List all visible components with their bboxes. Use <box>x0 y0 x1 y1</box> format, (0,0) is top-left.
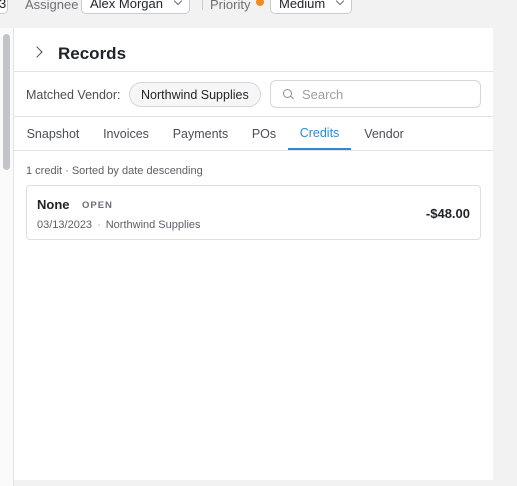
priority-dot-icon <box>256 0 264 6</box>
credit-amount: -$48.00 <box>425 206 470 221</box>
tab-snapshot[interactable]: Snapshot <box>26 117 80 150</box>
records-panel: Records Matched Vendor: Northwind Suppli… <box>14 28 493 480</box>
chevron-down-icon <box>336 0 345 6</box>
search-input[interactable] <box>302 86 472 102</box>
credit-name: None <box>37 197 70 212</box>
tab-payments[interactable]: Payments <box>172 117 229 150</box>
clipped-field-value: 3 <box>0 0 7 11</box>
priority-label: Priority <box>210 0 251 12</box>
search-box[interactable] <box>270 80 481 108</box>
matched-vendor-pill[interactable]: Northwind Supplies <box>129 82 261 107</box>
matched-vendor-label: Matched Vendor: <box>26 88 121 102</box>
assignee-label: Assignee <box>25 0 79 12</box>
credits-summary: 1 credit · Sorted by date descending <box>26 165 203 177</box>
tab-vendor[interactable]: Vendor <box>363 117 405 150</box>
tab-invoices[interactable]: Invoices <box>103 117 149 150</box>
status-badge: OPEN <box>82 200 113 211</box>
records-header: Records <box>14 28 493 72</box>
top-toolbar: 3 Assignee Alex Morgan Priority Medium <box>0 0 517 20</box>
toolbar-divider <box>202 0 203 10</box>
search-icon <box>283 88 294 100</box>
chevron-right-icon[interactable] <box>31 46 43 58</box>
credit-details: 03/13/2023 · Northwind Supplies <box>37 219 201 231</box>
credit-card[interactable]: None OPEN 03/13/2023 · Northwind Supplies … <box>26 185 481 240</box>
assignee-dropdown[interactable]: Alex Morgan <box>81 0 190 14</box>
records-tabs: Snapshot Invoices Payments POs Credits V… <box>14 117 493 151</box>
vendor-filter-row: Matched Vendor: Northwind Supplies <box>14 72 493 117</box>
credit-date: 03/13/2023 <box>37 219 93 231</box>
records-title: Records <box>58 44 127 63</box>
matched-vendor-value: Northwind Supplies <box>141 87 249 102</box>
credit-vendor: Northwind Supplies <box>105 219 201 231</box>
assignee-value: Alex Morgan <box>90 0 163 11</box>
clipped-field-chip[interactable]: 3 <box>0 0 8 14</box>
scrollbar-thumb[interactable] <box>3 34 10 170</box>
tab-credits[interactable]: Credits <box>288 117 351 150</box>
dot-separator: · <box>97 219 101 231</box>
left-rail <box>0 28 14 486</box>
chevron-down-icon <box>173 0 183 6</box>
tab-pos[interactable]: POs <box>252 117 276 150</box>
priority-dropdown[interactable]: Medium <box>270 0 353 14</box>
priority-value: Medium <box>279 0 326 11</box>
